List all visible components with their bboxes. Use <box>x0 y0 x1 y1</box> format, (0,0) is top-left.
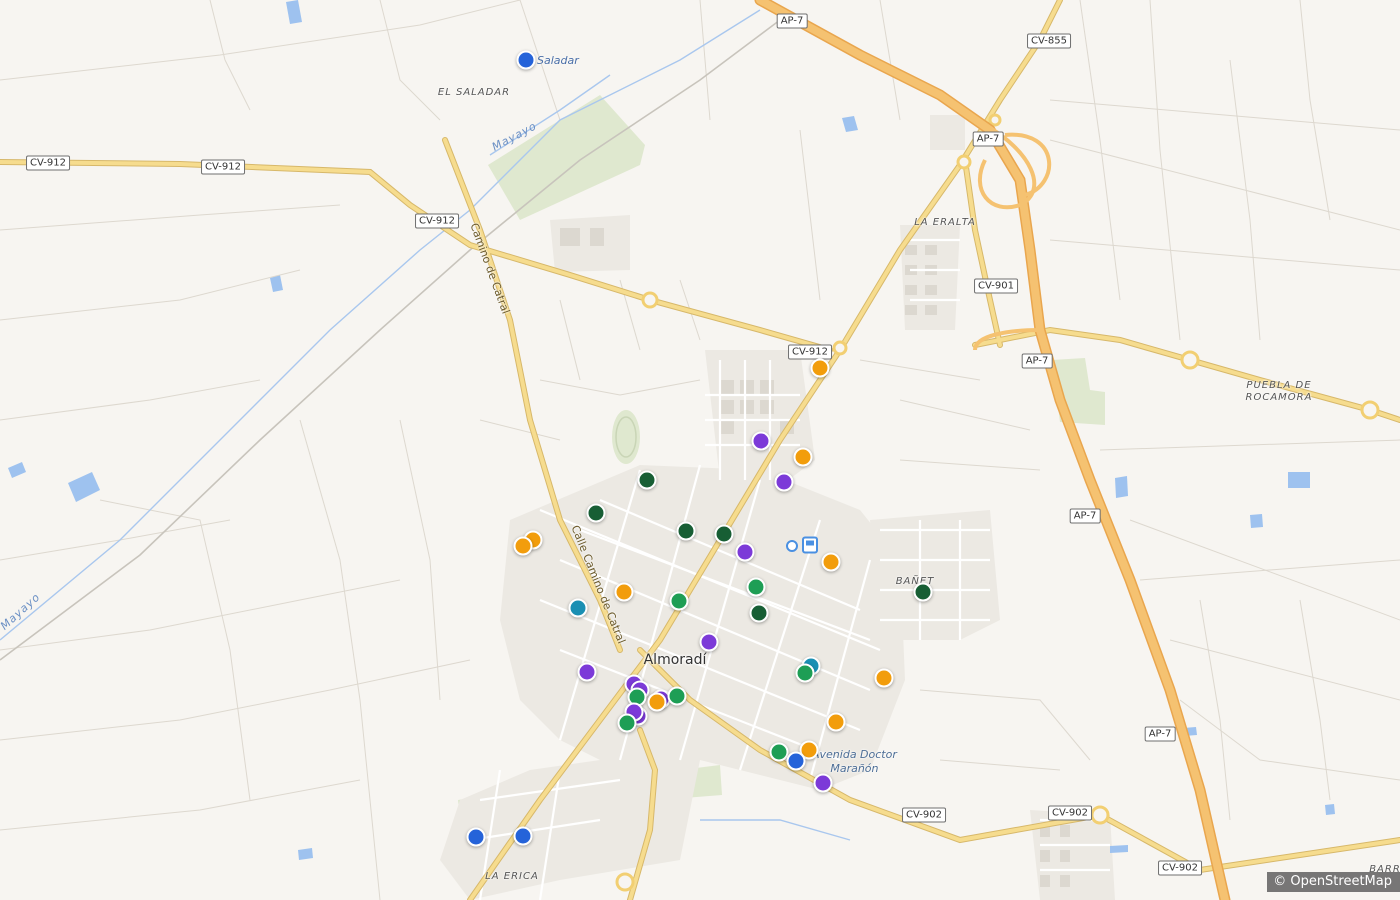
map-marker-orange[interactable] <box>810 358 830 378</box>
map-marker-blue[interactable] <box>466 827 486 847</box>
map-marker-orange[interactable] <box>826 712 846 732</box>
map-marker-blue[interactable] <box>786 751 806 771</box>
map-marker-green[interactable] <box>667 686 687 706</box>
street-label-avenida-doctor-maranon: Avenida Doctor Marañón <box>812 748 897 775</box>
map-marker-purple[interactable] <box>813 773 833 793</box>
map-marker-orange[interactable] <box>821 552 841 572</box>
map-marker-orange[interactable] <box>614 582 634 602</box>
poi-label-saladar: Saladar <box>537 54 579 67</box>
map-marker-purple[interactable] <box>577 662 597 682</box>
map-marker-green[interactable] <box>746 577 766 597</box>
road-shield-cv912: CV-912 <box>26 155 70 171</box>
map-marker-darkgreen[interactable] <box>586 503 606 523</box>
map-marker-orange[interactable] <box>793 447 813 467</box>
road-shield-ap7: AP-7 <box>972 131 1004 147</box>
map-marker-blue[interactable] <box>516 50 536 70</box>
bus-station-icon[interactable] <box>802 536 818 554</box>
map-base-layer <box>0 0 1400 900</box>
road-shield-cv912: CV-912 <box>788 344 832 360</box>
place-label-la-erica: LA ERICA <box>485 871 539 882</box>
map-marker-green[interactable] <box>669 591 689 611</box>
road-shield-cv902: CV-902 <box>1158 860 1202 876</box>
map-marker-orange[interactable] <box>513 536 533 556</box>
place-label-el-saladar: EL SALADAR <box>437 87 511 98</box>
map-marker-darkgreen[interactable] <box>637 470 657 490</box>
map-attribution[interactable]: © OpenStreetMap <box>1267 872 1400 892</box>
road-shield-ap7: AP-7 <box>1069 508 1101 524</box>
map-marker-green[interactable] <box>795 663 815 683</box>
map-marker-teal[interactable] <box>568 598 588 618</box>
map-marker-darkgreen[interactable] <box>913 582 933 602</box>
road-shield-ap7: AP-7 <box>1144 726 1176 742</box>
place-label-puebla-de-rocamora: PUEBLA DE ROCAMORA <box>1245 380 1313 403</box>
map-marker-purple[interactable] <box>774 472 794 492</box>
place-label-la-eralta: LA ERALTA <box>914 217 976 228</box>
road-shield-cv901: CV-901 <box>974 278 1018 294</box>
road-shield-cv912: CV-912 <box>415 213 459 229</box>
road-shield-ap7: AP-7 <box>1021 353 1053 369</box>
map-marker-darkgreen[interactable] <box>714 524 734 544</box>
map-marker-blue[interactable] <box>513 826 533 846</box>
map-marker-orange[interactable] <box>874 668 894 688</box>
road-shield-ap7: AP-7 <box>776 13 808 29</box>
map-canvas[interactable]: AP-7 CV-855 AP-7 CV-912 CV-912 CV-912 CV… <box>0 0 1400 900</box>
map-marker-orange[interactable] <box>647 692 667 712</box>
map-marker-purple[interactable] <box>699 632 719 652</box>
bus-stop-icon[interactable] <box>786 540 798 552</box>
road-shield-cv902: CV-902 <box>902 807 946 823</box>
map-marker-purple[interactable] <box>751 431 771 451</box>
road-shield-cv855: CV-855 <box>1027 33 1071 49</box>
road-shield-cv902: CV-902 <box>1048 805 1092 821</box>
road-shield-cv912: CV-912 <box>201 159 245 175</box>
map-marker-darkgreen[interactable] <box>676 521 696 541</box>
town-label-almoradi: Almoradí <box>643 652 707 668</box>
map-marker-darkgreen[interactable] <box>749 603 769 623</box>
map-marker-green[interactable] <box>617 713 637 733</box>
map-marker-purple[interactable] <box>735 542 755 562</box>
